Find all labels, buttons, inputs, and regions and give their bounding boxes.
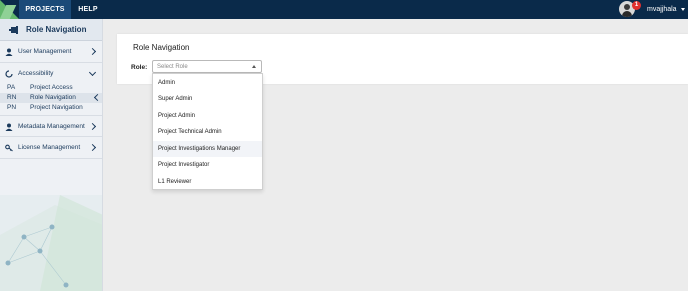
sidebar-item-label: Metadata Management (18, 123, 85, 130)
sidebar-subitem-role-navigation[interactable]: RN Role Navigation (0, 93, 102, 103)
subitem-abbr: PA (7, 84, 16, 91)
role-select-placeholder: Select Role (157, 64, 188, 70)
sidebar-item-user-management[interactable]: User Management (0, 41, 102, 63)
sidebar-item-license-management[interactable]: License Management (0, 137, 102, 159)
sidebar-item-label: License Management (18, 144, 81, 151)
role-option-project-admin[interactable]: Project Admin (153, 108, 262, 124)
role-option-admin[interactable]: Admin (153, 75, 262, 91)
role-option-project-investigator[interactable]: Project Investigator (153, 157, 262, 173)
role-option-project-investigations-manager[interactable]: Project Investigations Manager (153, 141, 262, 157)
user-icon (5, 48, 13, 56)
sidebar-subitem-project-access[interactable]: PA Project Access (0, 83, 102, 93)
app-logo[interactable] (0, 0, 19, 19)
notification-badge[interactable]: 1 (632, 1, 641, 10)
sidebar-decoration (0, 195, 102, 291)
subitem-abbr: RN (7, 94, 17, 101)
accessibility-icon (5, 70, 13, 78)
tab-projects[interactable]: PROJECTS (19, 0, 71, 19)
role-label: Role: (131, 64, 148, 71)
page-title: Role Navigation (133, 43, 190, 52)
role-option-project-technical-admin[interactable]: Project Technical Admin (153, 124, 262, 140)
role-option-super-admin[interactable]: Super Admin (153, 91, 262, 107)
top-navigation-bar: PROJECTS HELP 1 mvajjhala (0, 0, 688, 19)
chevron-right-icon (88, 122, 97, 131)
role-dropdown-menu: Admin Super Admin Project Admin Project … (152, 73, 263, 190)
chevron-right-icon (88, 47, 97, 56)
sidebar-item-accessibility[interactable]: Accessibility (0, 63, 102, 85)
user-icon (5, 123, 13, 131)
user-menu[interactable]: mvajjhala (647, 0, 677, 19)
chevron-right-icon (88, 143, 97, 152)
chevron-up-icon[interactable] (252, 65, 256, 68)
sidebar-header: Role Navigation (0, 19, 102, 41)
role-option-l1-reviewer[interactable]: L1 Reviewer (153, 174, 262, 190)
subitem-label: Project Access (30, 84, 73, 91)
role-select[interactable]: Select Role (152, 60, 262, 73)
sidebar-subitem-project-navigation[interactable]: PN Project Navigation (0, 103, 102, 113)
pin-icon[interactable] (8, 25, 19, 35)
sidebar-item-label: User Management (18, 48, 72, 55)
tab-help[interactable]: HELP (72, 0, 104, 19)
subitem-label: Role Navigation (30, 94, 76, 101)
chevron-left-icon (93, 93, 102, 102)
sidebar: Role Navigation User Management Accessib… (0, 19, 103, 291)
sidebar-item-label: Accessibility (18, 70, 54, 77)
chevron-down-icon[interactable] (681, 8, 685, 11)
chevron-down-icon (88, 68, 97, 77)
sidebar-title: Role Navigation (26, 25, 87, 34)
key-icon (5, 144, 13, 152)
sidebar-item-metadata-management[interactable]: Metadata Management (0, 115, 102, 137)
subitem-label: Project Navigation (30, 104, 83, 111)
subitem-abbr: PN (7, 104, 17, 111)
